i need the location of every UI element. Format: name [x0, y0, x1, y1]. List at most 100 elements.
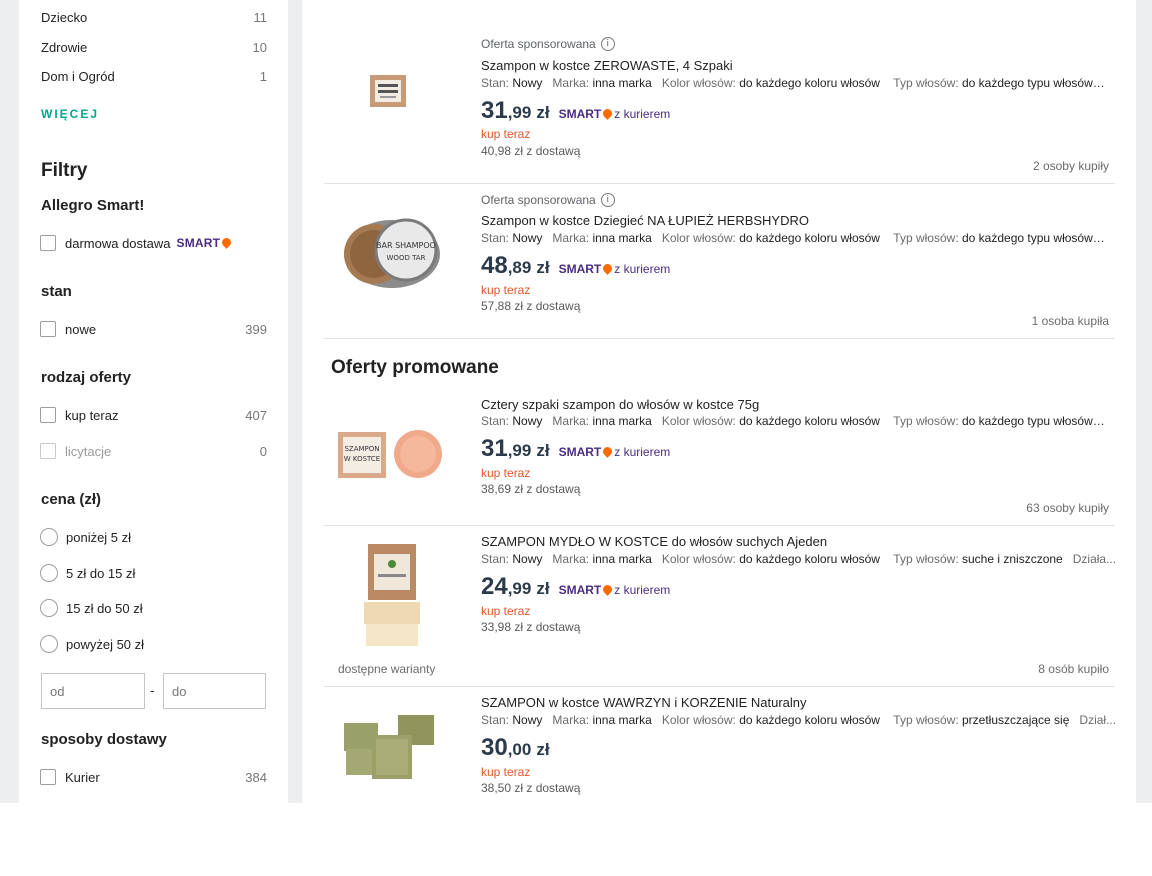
offer-params: Stan: Nowy Marka: inna marka Kolor włosó… — [481, 713, 1121, 727]
param-value: inna marka — [592, 552, 652, 566]
radio-label: poniżej 5 zł — [66, 529, 132, 545]
offer-params: Stan: Nowy Marka: inna marka Kolor włosó… — [481, 76, 1105, 90]
param-key: Marka: — [552, 231, 590, 245]
checkbox-box[interactable] — [40, 769, 56, 785]
offer-image[interactable] — [342, 713, 438, 788]
param-value: inna marka — [592, 231, 652, 245]
filter-label: Kurier — [65, 769, 100, 785]
category-link-dom-i-ogrod[interactable]: Dom i Ogród 1 — [41, 69, 267, 84]
sponsored-label: Oferta sponsorowana i — [481, 193, 615, 207]
radio-circle[interactable] — [40, 528, 58, 546]
param-key: Typ włosów: — [893, 713, 959, 727]
offer-params: Stan: Nowy Marka: inna marka Kolor włosó… — [481, 231, 1105, 245]
info-icon[interactable]: i — [600, 193, 615, 207]
param-value: inna marka — [592, 76, 652, 90]
offer-title[interactable]: SZAMPON w kostce WAWRZYN i KORZENIE Natu… — [481, 695, 807, 710]
radio-label: 15 zł do 50 zł — [66, 600, 143, 616]
param-key: Stan: — [481, 76, 510, 90]
radio-circle[interactable] — [40, 564, 58, 582]
param-key: Typ włosów: — [893, 414, 959, 428]
offer-price: 31,99 zł SMART z kurierem — [481, 97, 670, 125]
param-value: do każdego typu włosów — [962, 76, 1093, 90]
svg-text:WOOD TAR: WOOD TAR — [387, 254, 426, 262]
param-key: Typ włosów: — [893, 231, 959, 245]
radio-circle[interactable] — [40, 635, 58, 653]
filter-count: 0 — [259, 443, 267, 459]
offer-params: Stan: Nowy Marka: inna marka Kolor włosó… — [481, 552, 1121, 566]
offer-title[interactable]: Szampon w kostce Dziegieć NA ŁUPIEŻ HERB… — [481, 213, 809, 228]
price-integer: 24 — [481, 573, 508, 600]
offers-list: Oferta sponsorowana i Szampon w kostce ZE… — [302, 0, 1136, 803]
checkbox-box[interactable] — [40, 321, 56, 337]
filter-kup-teraz[interactable]: kup teraz 407 — [40, 405, 267, 425]
param-key: Stan: — [481, 231, 510, 245]
divider — [324, 338, 1115, 339]
info-icon[interactable]: i — [600, 37, 615, 51]
courier-label: z kurierem — [614, 262, 671, 276]
courier-label: z kurierem — [614, 107, 671, 121]
price-radio-5-15[interactable]: 5 zł do 15 zł — [40, 563, 267, 583]
price-currency: zł — [536, 740, 550, 759]
delivery-price: 38,69 zł z dostawą — [481, 482, 581, 496]
param-value: Nowy — [512, 76, 543, 90]
more-categories-link[interactable]: WIĘCEJ — [41, 107, 99, 121]
offer-card: SZAMPON MYDŁO W KOSTCE do włosów suchych… — [324, 526, 1116, 686]
price-currency: zł — [536, 103, 550, 122]
offer-params: Stan: Nowy Marka: inna marka Kolor włosó… — [481, 414, 1105, 428]
offer-image[interactable]: SZAMPON W KOSTCE — [336, 426, 446, 489]
param-key: Kolor włosów: — [661, 76, 736, 90]
filter-licytacje: licytacje 0 — [40, 441, 267, 461]
price-fraction: ,00 — [507, 740, 532, 759]
smart-badge: SMART — [559, 583, 615, 597]
price-currency: zł — [536, 441, 550, 460]
price-radio-15-50[interactable]: 15 zł do 50 zł — [40, 598, 267, 618]
smart-text: SMART — [558, 107, 602, 121]
filter-stan-nowe[interactable]: nowe 399 — [40, 319, 267, 339]
category-label: Dziecko — [41, 10, 88, 25]
param-value: do każdego koloru włosów — [739, 414, 880, 428]
offer-title[interactable]: Cztery szpaki szampon do włosów w kostce… — [481, 397, 759, 412]
param-more: Działa... — [1072, 552, 1117, 566]
param-key: Marka: — [552, 76, 590, 90]
filter-kurier[interactable]: Kurier 384 — [40, 767, 267, 787]
offer-card: BAR SHAMPOO WOOD TAR Oferta sponsorowana… — [324, 184, 1115, 338]
offer-title[interactable]: SZAMPON MYDŁO W KOSTCE do włosów suchych… — [481, 534, 827, 549]
smart-badge: SMART — [177, 236, 234, 250]
free-delivery-checkbox[interactable]: darmowa dostawa SMART — [40, 233, 267, 253]
price-fraction: ,99 — [507, 441, 532, 460]
courier-label: z kurierem — [614, 583, 671, 597]
delivery-price: 38,50 zł z dostawą — [481, 781, 581, 795]
param-value: do każdego koloru włosów — [739, 713, 880, 727]
offer-image[interactable] — [362, 542, 422, 653]
offer-image[interactable] — [368, 70, 408, 115]
price-radio-above-50[interactable]: powyżej 50 zł — [40, 634, 267, 654]
param-value: do każdego typu włosów — [962, 414, 1093, 428]
checkbox-box[interactable] — [40, 407, 56, 423]
category-link-dziecko[interactable]: Dziecko 11 — [41, 10, 267, 25]
svg-text:SZAMPON: SZAMPON — [344, 445, 379, 453]
checkbox-box[interactable] — [40, 235, 56, 251]
price-to-input[interactable] — [163, 673, 266, 709]
free-delivery-label: darmowa dostawa — [65, 235, 171, 251]
price-range-dash: - — [150, 683, 155, 698]
checkbox-box — [40, 443, 56, 459]
offer-image[interactable]: BAR SHAMPOO WOOD TAR — [340, 210, 440, 295]
radio-circle[interactable] — [40, 599, 58, 617]
category-count: 10 — [252, 40, 267, 55]
offer-price: 24,99 zł SMART z kurierem — [481, 573, 670, 601]
variants-link[interactable]: dostępne warianty — [338, 662, 435, 676]
param-key: Marka: — [552, 552, 590, 566]
svg-text:BAR SHAMPOO: BAR SHAMPOO — [376, 241, 436, 250]
smart-pin-icon — [220, 236, 234, 249]
buy-now-label: kup teraz — [481, 283, 531, 297]
category-link-zdrowie[interactable]: Zdrowie 10 — [41, 40, 267, 55]
param-key: Stan: — [481, 414, 510, 428]
price-radio-below-5[interactable]: poniżej 5 zł — [40, 527, 267, 547]
offer-title[interactable]: Szampon w kostce ZEROWASTE, 4 Szpaki — [481, 58, 733, 73]
sponsored-text: Oferta sponsorowana — [481, 193, 596, 207]
price-from-input[interactable] — [41, 673, 145, 709]
param-key: Typ włosów: — [893, 552, 959, 566]
smart-pin-icon — [601, 107, 615, 120]
bought-count: 63 osoby kupiły — [1026, 501, 1109, 515]
smart-badge: SMART — [558, 107, 615, 121]
